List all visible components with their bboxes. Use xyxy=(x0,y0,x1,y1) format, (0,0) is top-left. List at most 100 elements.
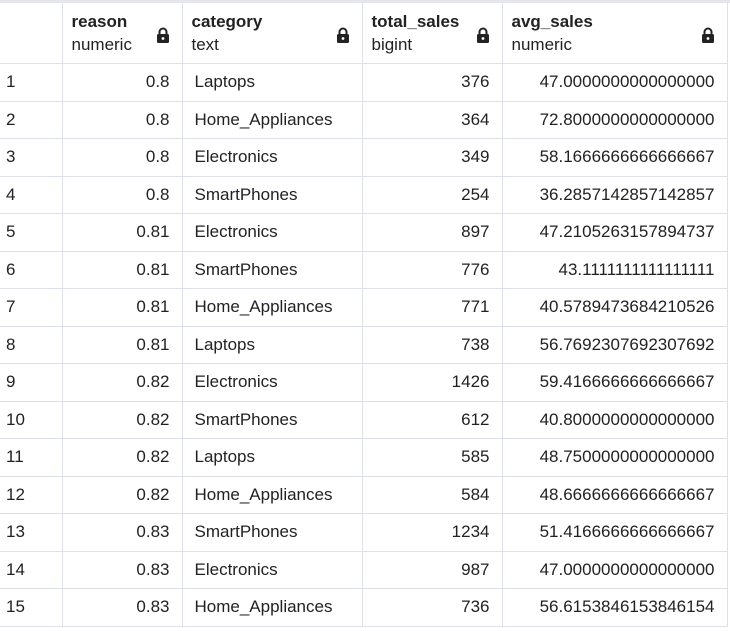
reason-cell[interactable]: 0.83 xyxy=(62,551,183,589)
table-row[interactable]: 4 0.8 SmartPhones 254 36.2857142857142857 xyxy=(0,176,728,214)
row-number[interactable]: 11 xyxy=(0,438,63,477)
table-row[interactable]: 3 0.8 Electronics 349 58.1666666666666667 xyxy=(0,138,728,177)
table-row[interactable]: 10 0.82 SmartPhones 612 40.8000000000000000 xyxy=(0,401,728,439)
reason-cell[interactable]: 0.82 xyxy=(62,438,183,477)
row-number[interactable]: 3 xyxy=(0,138,63,177)
avg-sales-cell[interactable]: 40.8000000000000000 xyxy=(502,401,728,439)
total-sales-cell[interactable]: 987 xyxy=(362,551,503,589)
total-sales-cell[interactable]: 376 xyxy=(362,63,503,102)
table-row[interactable]: 9 0.82 Electronics 1426 59.4166666666666667 xyxy=(0,363,728,402)
reason-cell[interactable]: 0.82 xyxy=(62,401,183,439)
column-header-avg-sales[interactable]: avg_sales numeric xyxy=(502,3,728,64)
column-name: avg_sales xyxy=(511,11,593,31)
table-row[interactable]: 7 0.81 Home_Appliances 771 40.57894736842105… xyxy=(0,288,728,327)
category-cell[interactable]: SmartPhones xyxy=(182,251,363,289)
row-number[interactable]: 8 xyxy=(0,326,63,364)
avg-sales-cell[interactable]: 47.2105263157894737 xyxy=(502,213,728,252)
avg-sales-cell[interactable]: 56.7692307692307692 xyxy=(502,326,728,364)
table-row[interactable]: 8 0.81 Laptops 738 56.7692307692307692 xyxy=(0,326,728,364)
column-header-category[interactable]: category text xyxy=(182,3,363,64)
table-row[interactable]: 13 0.83 SmartPhones 1234 51.4166666666666667 xyxy=(0,513,728,552)
total-sales-cell[interactable]: 1426 xyxy=(362,363,503,402)
reason-cell[interactable]: 0.8 xyxy=(62,138,183,177)
reason-cell[interactable]: 0.81 xyxy=(62,326,183,364)
category-cell[interactable]: Electronics xyxy=(182,363,363,402)
data-output-grid: reason numeric category text total_sales bigi… xyxy=(0,0,730,631)
lock-icon xyxy=(336,27,350,43)
row-number[interactable]: 12 xyxy=(0,476,63,514)
column-header-total-sales[interactable]: total_sales bigint xyxy=(362,3,503,64)
row-number[interactable]: 1 xyxy=(0,63,63,102)
avg-sales-cell[interactable]: 47.0000000000000000 xyxy=(502,63,728,102)
avg-sales-cell[interactable]: 48.7500000000000000 xyxy=(502,438,728,477)
reason-cell[interactable]: 0.82 xyxy=(62,363,183,402)
total-sales-cell[interactable]: 736 xyxy=(362,588,503,627)
avg-sales-cell[interactable]: 47.0000000000000000 xyxy=(502,551,728,589)
reason-cell[interactable]: 0.8 xyxy=(62,176,183,214)
row-number[interactable]: 2 xyxy=(0,101,63,139)
category-cell[interactable]: Home_Appliances xyxy=(182,588,363,627)
category-cell[interactable]: Electronics xyxy=(182,551,363,589)
category-cell[interactable]: Laptops xyxy=(182,326,363,364)
total-sales-cell[interactable]: 1234 xyxy=(362,513,503,552)
category-cell[interactable]: Laptops xyxy=(182,438,363,477)
lock-icon xyxy=(701,27,715,43)
row-number[interactable]: 14 xyxy=(0,551,63,589)
table-row[interactable]: 12 0.82 Home_Appliances 584 48.6666666666666… xyxy=(0,476,728,514)
avg-sales-cell[interactable]: 48.6666666666666667 xyxy=(502,476,728,514)
row-number[interactable]: 4 xyxy=(0,176,63,214)
column-header-reason[interactable]: reason numeric xyxy=(62,3,183,64)
row-number[interactable]: 10 xyxy=(0,401,63,439)
category-cell[interactable]: Home_Appliances xyxy=(182,476,363,514)
row-number[interactable]: 9 xyxy=(0,363,63,402)
table-row[interactable]: 6 0.81 SmartPhones 776 43.1111111111111111 xyxy=(0,251,728,289)
total-sales-cell[interactable]: 776 xyxy=(362,251,503,289)
avg-sales-cell[interactable]: 43.1111111111111111 xyxy=(502,251,728,289)
avg-sales-cell[interactable]: 36.2857142857142857 xyxy=(502,176,728,214)
table-row[interactable]: 11 0.82 Laptops 585 48.7500000000000000 xyxy=(0,438,728,477)
avg-sales-cell[interactable]: 59.4166666666666667 xyxy=(502,363,728,402)
category-cell[interactable]: Home_Appliances xyxy=(182,101,363,139)
avg-sales-cell[interactable]: 56.6153846153846154 xyxy=(502,588,728,627)
total-sales-cell[interactable]: 364 xyxy=(362,101,503,139)
row-number[interactable]: 6 xyxy=(0,251,63,289)
category-cell[interactable]: Home_Appliances xyxy=(182,288,363,327)
row-number[interactable]: 15 xyxy=(0,588,63,627)
reason-cell[interactable]: 0.82 xyxy=(62,476,183,514)
reason-cell[interactable]: 0.81 xyxy=(62,288,183,327)
table-row[interactable]: 14 0.83 Electronics 987 47.0000000000000000 xyxy=(0,551,728,589)
category-cell[interactable]: SmartPhones xyxy=(182,401,363,439)
table-row[interactable]: 15 0.83 Home_Appliances 736 56.6153846153846… xyxy=(0,588,728,627)
reason-cell[interactable]: 0.8 xyxy=(62,63,183,102)
avg-sales-cell[interactable]: 51.4166666666666667 xyxy=(502,513,728,552)
total-sales-cell[interactable]: 612 xyxy=(362,401,503,439)
table-row[interactable]: 5 0.81 Electronics 897 47.2105263157894737 xyxy=(0,213,728,252)
lock-icon xyxy=(156,27,170,43)
category-cell[interactable]: SmartPhones xyxy=(182,176,363,214)
row-number-header[interactable] xyxy=(0,3,63,64)
total-sales-cell[interactable]: 349 xyxy=(362,138,503,177)
row-number[interactable]: 5 xyxy=(0,213,63,252)
row-number[interactable]: 7 xyxy=(0,288,63,327)
avg-sales-cell[interactable]: 40.5789473684210526 xyxy=(502,288,728,327)
avg-sales-cell[interactable]: 58.1666666666666667 xyxy=(502,138,728,177)
total-sales-cell[interactable]: 585 xyxy=(362,438,503,477)
reason-cell[interactable]: 0.8 xyxy=(62,101,183,139)
avg-sales-cell[interactable]: 72.8000000000000000 xyxy=(502,101,728,139)
total-sales-cell[interactable]: 771 xyxy=(362,288,503,327)
reason-cell[interactable]: 0.81 xyxy=(62,213,183,252)
table-row[interactable]: 2 0.8 Home_Appliances 364 72.800000000000000… xyxy=(0,101,728,139)
reason-cell[interactable]: 0.81 xyxy=(62,251,183,289)
total-sales-cell[interactable]: 897 xyxy=(362,213,503,252)
total-sales-cell[interactable]: 584 xyxy=(362,476,503,514)
category-cell[interactable]: Laptops xyxy=(182,63,363,102)
reason-cell[interactable]: 0.83 xyxy=(62,588,183,627)
reason-cell[interactable]: 0.83 xyxy=(62,513,183,552)
category-cell[interactable]: Electronics xyxy=(182,138,363,177)
total-sales-cell[interactable]: 254 xyxy=(362,176,503,214)
total-sales-cell[interactable]: 738 xyxy=(362,326,503,364)
category-cell[interactable]: Electronics xyxy=(182,213,363,252)
table-row[interactable]: 1 0.8 Laptops 376 47.0000000000000000 xyxy=(0,63,728,102)
category-cell[interactable]: SmartPhones xyxy=(182,513,363,552)
row-number[interactable]: 13 xyxy=(0,513,63,552)
